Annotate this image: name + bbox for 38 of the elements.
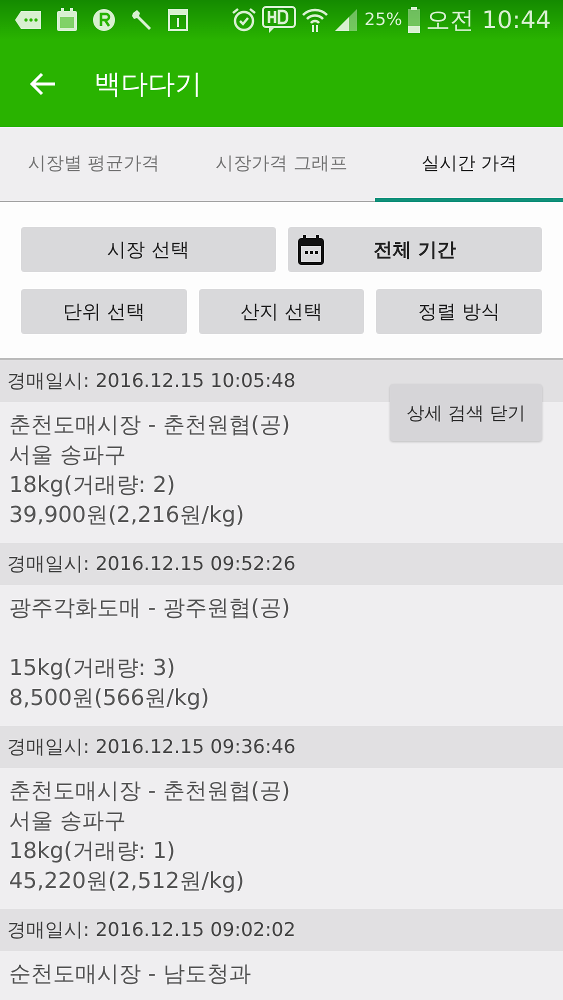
app-title: 백다다기 bbox=[94, 68, 202, 102]
tab[interactable]: 시장별 평균가격 bbox=[0, 127, 188, 202]
filter-button[interactable]: 산지 선택 bbox=[198, 289, 364, 334]
quantity-text: 18kg(거래량: 2) bbox=[9, 472, 176, 500]
wifi-icon bbox=[302, 7, 328, 33]
market-name: 순천도매시장 - 남도청과 bbox=[9, 961, 251, 989]
message-icon bbox=[14, 10, 42, 30]
origin-text: 서울 송파구 bbox=[9, 442, 126, 470]
quantity-text: 18kg(거래량: 1) bbox=[9, 838, 176, 866]
registered-icon bbox=[92, 8, 116, 32]
filter-button[interactable]: 정렬 방식 bbox=[376, 289, 542, 334]
filter-button[interactable]: 시장 선택 bbox=[21, 227, 276, 272]
auction-time-header: 경매일시: 2016.12.15 09:02:02 bbox=[0, 909, 563, 951]
calendar-icon bbox=[168, 9, 188, 31]
auction-time-header: 경매일시: 2016.12.15 09:52:26 bbox=[0, 543, 563, 585]
back-button[interactable] bbox=[30, 72, 56, 96]
hd-icon bbox=[262, 6, 296, 34]
price-text: 45,220원(2,512원/kg) bbox=[9, 868, 244, 896]
calendar-icon bbox=[56, 8, 78, 32]
battery-icon bbox=[408, 7, 420, 33]
price-text: 8,500원(566원/kg) bbox=[9, 685, 210, 713]
filter-button[interactable]: 단위 선택 bbox=[21, 289, 187, 334]
close-detail-search-button[interactable]: 상세 검색 닫기 bbox=[390, 384, 542, 441]
auction-time-header: 경매일시: 2016.12.15 09:36:46 bbox=[0, 726, 563, 768]
calendar-icon bbox=[298, 235, 324, 265]
quantity-text: 15kg(거래량: 3) bbox=[9, 655, 176, 683]
signal-icon bbox=[334, 8, 358, 32]
price-text: 39,900원(2,216원/kg) bbox=[9, 502, 244, 530]
market-name: 춘천도매시장 - 춘천원협(공) bbox=[9, 412, 290, 440]
alarm-icon bbox=[232, 8, 256, 32]
origin-text: 서울 송파구 bbox=[9, 808, 126, 836]
back-arrow-icon bbox=[30, 72, 56, 96]
tab[interactable]: 시장가격 그래프 bbox=[188, 127, 376, 202]
clock: 오전 10:44 bbox=[426, 5, 551, 36]
filter-button[interactable]: 전체 기간 bbox=[288, 227, 542, 272]
market-name: 춘천도매시장 - 춘천원협(공) bbox=[9, 778, 290, 806]
market-name: 광주각화도매 - 광주원협(공) bbox=[9, 595, 290, 623]
battery-percentage: 25% bbox=[364, 10, 402, 30]
